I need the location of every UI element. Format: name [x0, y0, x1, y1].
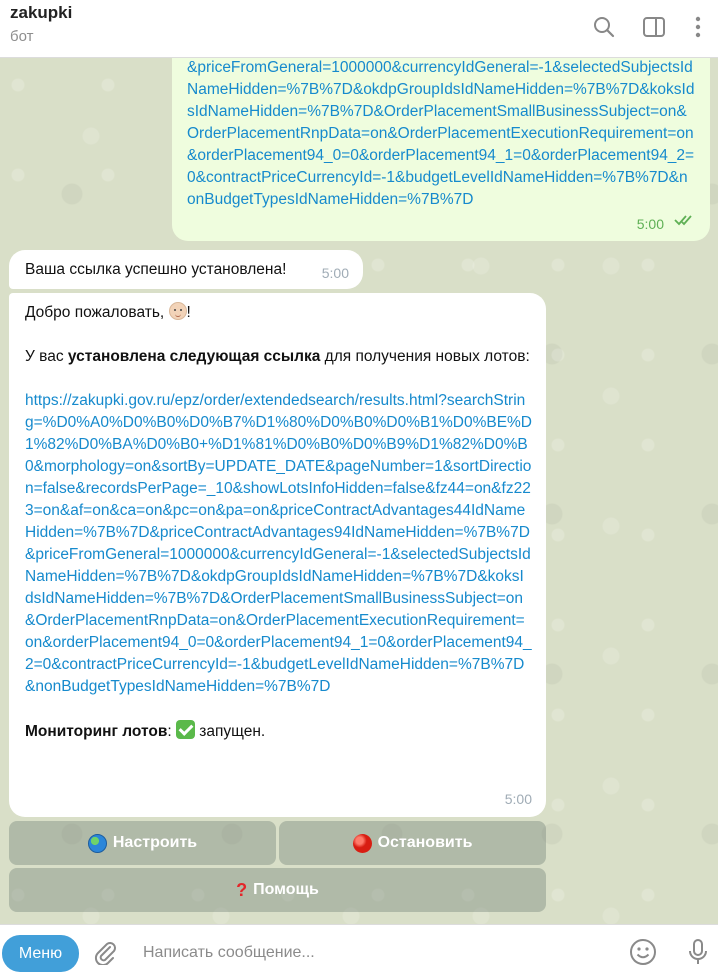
greeting-end: !	[186, 304, 191, 321]
configure-button[interactable]: Настроить	[9, 821, 276, 865]
attach-icon[interactable]	[89, 936, 121, 968]
intro-bold: установлена следующая ссылка	[67, 348, 321, 365]
greeting-text: Добро пожаловать,	[25, 304, 165, 321]
message-time: 5:00	[636, 216, 664, 232]
intro-text: У вас установлена следующая ссылка для п…	[25, 346, 532, 368]
check-mark-icon	[175, 720, 195, 739]
intro-suffix: для получения новых лотов:	[320, 348, 530, 365]
bot-menu-button[interactable]: Меню	[2, 935, 79, 972]
search-link[interactable]: https://zakupki.gov.ru/epz/order/extende…	[25, 390, 532, 698]
message-input[interactable]	[135, 937, 621, 969]
emoji-icon[interactable]	[627, 936, 659, 968]
monitoring-status: запущен.	[194, 723, 266, 740]
face-emoji-icon	[168, 302, 187, 320]
help-button-label: Помощь	[253, 881, 319, 898]
greeting-line: Добро пожаловать, !	[25, 302, 532, 324]
double-check-icon	[674, 211, 696, 233]
sidebar-toggle-icon[interactable]	[639, 12, 669, 42]
microphone-icon[interactable]	[682, 936, 714, 968]
monitoring-colon: :	[167, 723, 172, 740]
red-question-mark-icon: ?	[236, 879, 248, 900]
monitoring-label: Мониторинг лотов	[25, 723, 168, 740]
red-circle-icon	[352, 833, 372, 853]
stop-button-label: Остановить	[377, 834, 473, 851]
incoming-message[interactable]: Добро пожаловать, ! У вас установлена сл…	[9, 293, 546, 817]
message-time: 5:00	[321, 265, 349, 281]
composer-bar: Меню	[0, 924, 718, 978]
help-button[interactable]: ? Помощь	[9, 868, 546, 912]
outgoing-message-text[interactable]: &priceFromGeneral=1000000&currencyIdGene…	[187, 58, 696, 211]
message-time: 5:00	[504, 791, 532, 807]
stop-button[interactable]: Остановить	[279, 821, 546, 865]
chat-header: zakupki бот	[0, 0, 718, 58]
globe-icon	[87, 833, 107, 853]
search-icon[interactable]	[589, 12, 619, 42]
outgoing-message[interactable]: &priceFromGeneral=1000000&currencyIdGene…	[172, 58, 710, 241]
chat-status: бот	[10, 28, 34, 45]
configure-button-label: Настроить	[112, 834, 198, 851]
monitoring-status-line: Мониторинг лотов: запущен.	[25, 720, 532, 743]
chat-area[interactable]: &priceFromGeneral=1000000&currencyIdGene…	[0, 58, 718, 924]
chat-title[interactable]: zakupki	[10, 3, 72, 23]
intro-prefix: У вас	[25, 348, 68, 365]
incoming-message[interactable]: Ваша ссылка успешно установлена! 5:00	[9, 250, 363, 289]
more-options-icon[interactable]	[683, 12, 713, 42]
message-text: Ваша ссылка успешно установлена!	[25, 261, 287, 278]
